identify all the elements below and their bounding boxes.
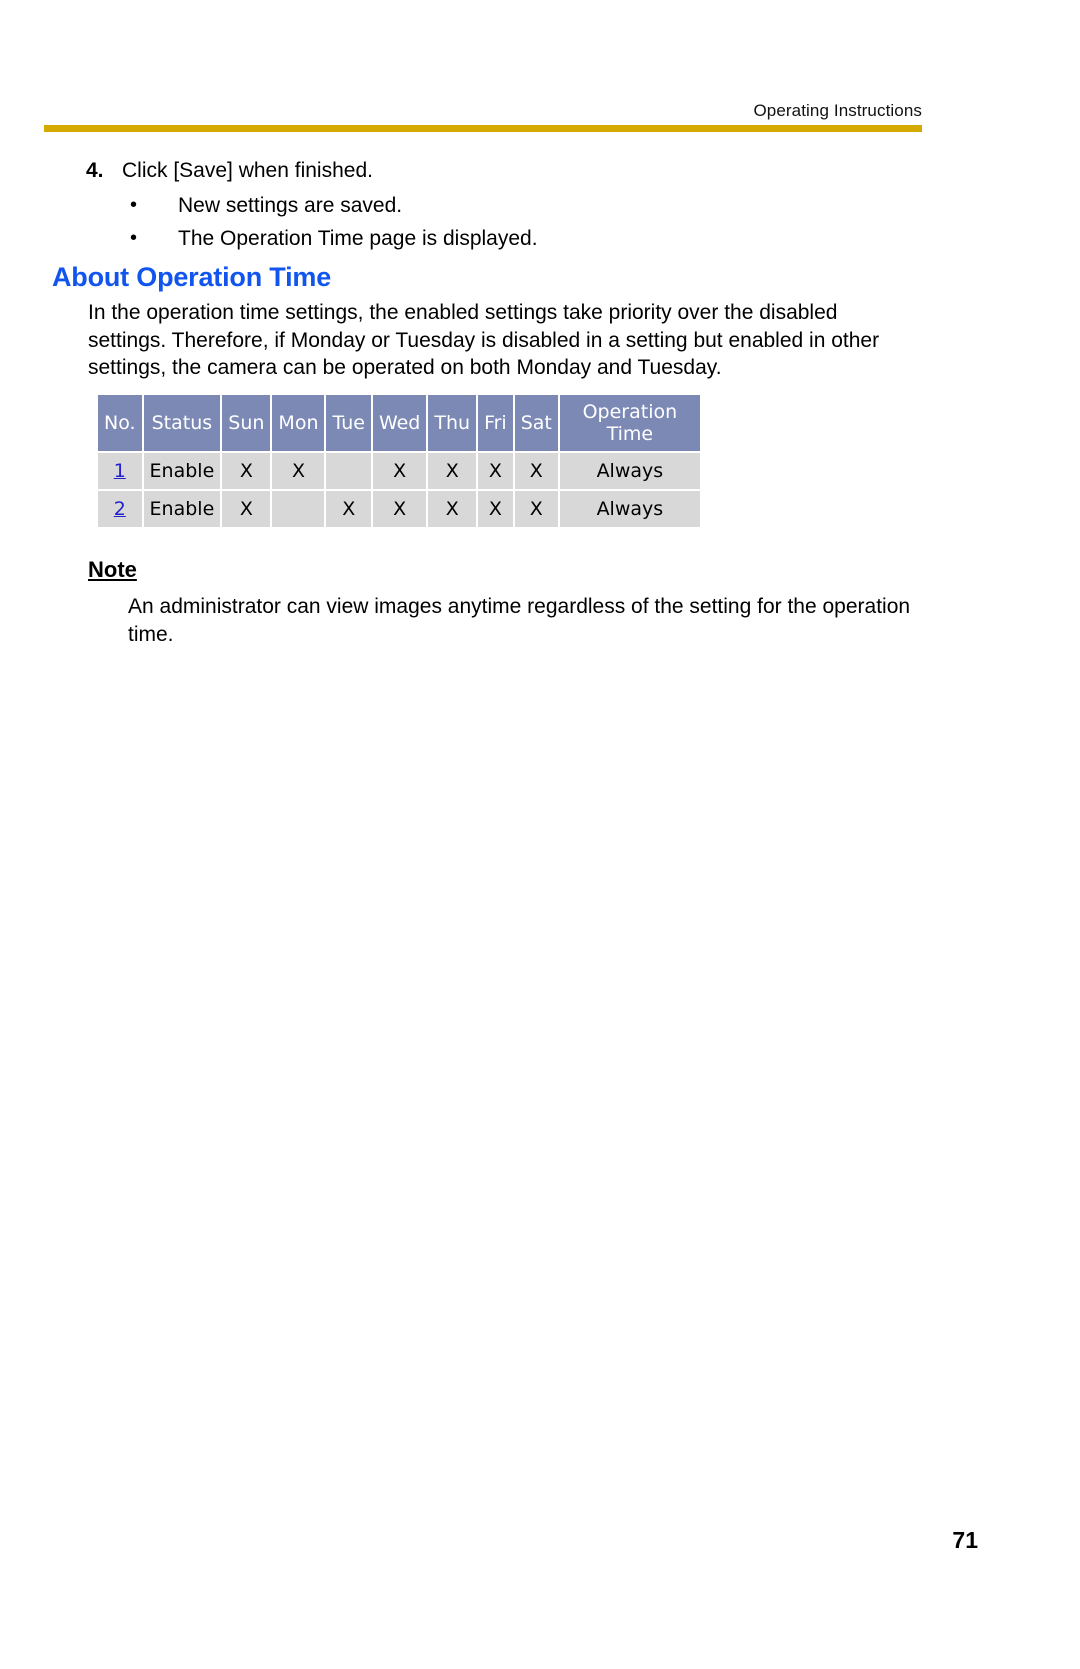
document-page: Operating Instructions 4. Click [Save] w… — [0, 0, 1080, 1669]
column-header-sat: Sat — [514, 395, 558, 451]
step-bullet-list: • New settings are saved. • The Operatio… — [86, 189, 946, 255]
status-cell: Enable — [143, 453, 221, 489]
column-header-fri: Fri — [478, 395, 513, 451]
sun-cell: X — [222, 491, 271, 527]
table-header: No. Status Sun Mon Tue Wed Thu Fri Sat O… — [98, 395, 700, 451]
column-header-status: Status — [143, 395, 221, 451]
column-header-mon: Mon — [272, 395, 325, 451]
header-rule — [44, 125, 922, 132]
tue-cell — [326, 453, 371, 489]
bullet-icon: • — [130, 194, 138, 216]
table-header-row: No. Status Sun Mon Tue Wed Thu Fri Sat O… — [98, 395, 700, 451]
sat-cell: X — [514, 491, 558, 527]
operation-time-cell: Always — [559, 491, 700, 527]
row-number-link[interactable]: 1 — [114, 460, 126, 482]
note-title: Note — [88, 557, 137, 582]
thu-cell: X — [428, 453, 477, 489]
sun-cell: X — [222, 453, 271, 489]
fri-cell: X — [478, 491, 513, 527]
mon-cell — [272, 491, 325, 527]
step-text: Click [Save] when finished. — [122, 159, 373, 182]
operation-time-table: No. Status Sun Mon Tue Wed Thu Fri Sat O… — [96, 393, 702, 529]
row-number-cell[interactable]: 2 — [98, 491, 142, 527]
column-header-operation-time: Operation Time — [559, 395, 700, 451]
column-header-sun: Sun — [222, 395, 271, 451]
column-header-thu: Thu — [428, 395, 477, 451]
wed-cell: X — [372, 453, 427, 489]
step-block: 4. Click [Save] when finished. • New set… — [86, 157, 946, 255]
row-number-link[interactable]: 2 — [114, 498, 126, 520]
table-row: 2 Enable X X X X X X Always — [98, 491, 700, 527]
operation-time-cell: Always — [559, 453, 700, 489]
mon-cell: X — [272, 453, 325, 489]
list-item-label: The Operation Time page is displayed. — [178, 227, 538, 250]
wed-cell: X — [372, 491, 427, 527]
table-row: 1 Enable X X X X X X Always — [98, 453, 700, 489]
step-number: 4. — [86, 159, 104, 182]
tue-cell: X — [326, 491, 371, 527]
running-head: Operating Instructions — [753, 101, 922, 120]
table-body: 1 Enable X X X X X X Always 2 Enable X X — [98, 453, 700, 527]
status-cell: Enable — [143, 491, 221, 527]
list-item: • The Operation Time page is displayed. — [126, 222, 946, 255]
step-line: 4. Click [Save] when finished. — [86, 157, 946, 185]
column-header-no: No. — [98, 395, 142, 451]
section-heading: About Operation Time — [52, 262, 332, 292]
list-item-label: New settings are saved. — [178, 194, 403, 217]
thu-cell: X — [428, 491, 477, 527]
sat-cell: X — [514, 453, 558, 489]
fri-cell: X — [478, 453, 513, 489]
operation-time-screenshot: No. Status Sun Mon Tue Wed Thu Fri Sat O… — [96, 393, 702, 529]
section-paragraph: In the operation time settings, the enab… — [88, 301, 880, 379]
column-header-wed: Wed — [372, 395, 427, 451]
row-number-cell[interactable]: 1 — [98, 453, 142, 489]
column-header-tue: Tue — [326, 395, 371, 451]
page-header: Operating Instructions — [44, 100, 922, 132]
page-number: 71 — [952, 1527, 978, 1553]
list-item: • New settings are saved. — [126, 189, 946, 222]
note-body: An administrator can view images anytime… — [128, 595, 911, 646]
bullet-icon: • — [130, 227, 138, 249]
